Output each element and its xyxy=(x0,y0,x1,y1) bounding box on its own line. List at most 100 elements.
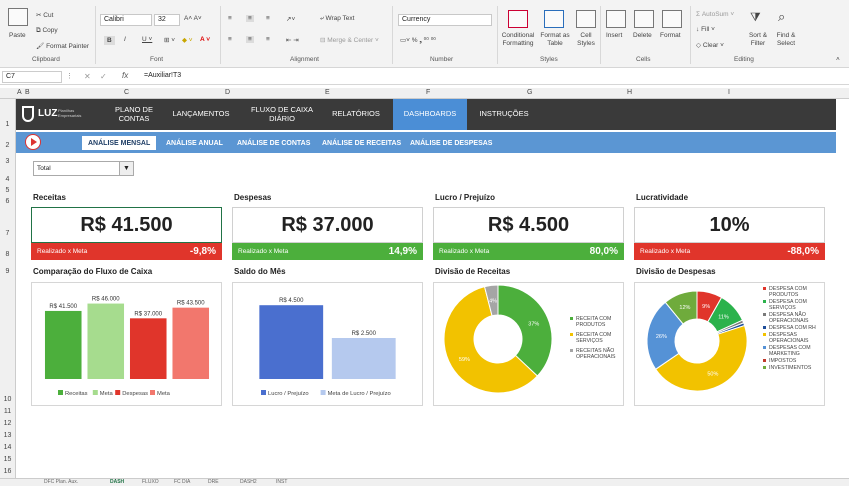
name-box[interactable]: C7 xyxy=(2,71,62,83)
format-as-table-icon[interactable] xyxy=(544,10,564,28)
nav-dashboards[interactable]: DASHBOARDS xyxy=(393,99,467,130)
align-right-icon[interactable]: ≡ xyxy=(266,36,270,43)
wrap-text-button[interactable]: ⤶ Wrap Text xyxy=(320,15,354,23)
tab-analise-mensal[interactable]: ANÁLISE MENSAL xyxy=(82,136,157,150)
merge-center-button[interactable]: ⊟ Merge & Center ˅ xyxy=(320,36,379,44)
tab-analise-de-contas[interactable]: ANÁLISE DE CONTAS xyxy=(231,136,316,150)
collapse-ribbon-icon[interactable]: ˄ xyxy=(836,56,840,63)
nav-lancamentos[interactable]: LANÇAMENTOS xyxy=(166,99,236,130)
nav-relatorios[interactable]: RELATÓRIOS xyxy=(324,99,388,130)
cell-styles-button[interactable]: Cell Styles xyxy=(572,32,600,48)
row-header[interactable]: 12 xyxy=(0,420,15,427)
conditional-formatting-icon[interactable] xyxy=(508,10,528,28)
font-name-select[interactable]: Calibri xyxy=(100,14,152,26)
row-header[interactable]: 11 xyxy=(0,408,15,415)
row-header[interactable]: 14 xyxy=(0,444,15,451)
column-header-a[interactable]: A xyxy=(17,89,22,96)
format-as-table-button[interactable]: Format as Table xyxy=(538,32,572,48)
sheet-tab[interactable]: FC DIA xyxy=(174,479,190,485)
sheet-tab[interactable]: DRE xyxy=(208,479,219,485)
row-header[interactable]: 7 xyxy=(0,230,15,237)
sheet-tab[interactable]: DFC Plan. Aux. xyxy=(44,479,78,485)
format-painter-button[interactable]: 🖌 Format Painter xyxy=(36,42,89,50)
clear-button[interactable]: ◇ Clear ˅ xyxy=(696,41,724,49)
sheet-tab-active[interactable]: DASH xyxy=(110,479,124,485)
delete-button[interactable]: Delete xyxy=(633,32,652,39)
chevron-down-icon[interactable]: ▼ xyxy=(119,162,133,175)
orientation-icon[interactable]: ↗˅ xyxy=(286,15,295,23)
column-header-h[interactable]: H xyxy=(627,89,632,96)
find-select-icon[interactable]: ⌕ xyxy=(778,9,785,25)
font-size-select[interactable]: 32 xyxy=(154,14,180,26)
column-header-c[interactable]: C xyxy=(124,89,129,96)
format-button[interactable]: Format xyxy=(660,32,681,39)
kpi-value-despesas[interactable]: R$ 37.000 xyxy=(232,207,423,243)
chart-panel-saldo[interactable]: R$ 4.500 R$ 2.500 Lucro / Prejuízo Meta de … xyxy=(232,282,423,406)
paste-button[interactable]: Paste xyxy=(9,32,26,39)
row-header[interactable]: 16 xyxy=(0,468,15,475)
fill-button[interactable]: ↓ Fill ˅ xyxy=(696,26,715,33)
insert-button[interactable]: Insert xyxy=(606,32,622,39)
font-size-up-icon[interactable]: A˄ A˅ xyxy=(184,15,202,22)
cell-styles-icon[interactable] xyxy=(576,10,596,28)
nav-fluxo-de-caixa-diario[interactable]: FLUXO DE CAIXA DIÁRIO xyxy=(244,99,320,130)
underline-button[interactable]: U ˅ xyxy=(142,36,152,43)
sort-filter-button[interactable]: Sort & Filter xyxy=(744,32,772,48)
kpi-value-receitas[interactable]: R$ 41.500 xyxy=(31,207,222,243)
font-color-icon[interactable]: A ˅ xyxy=(200,36,210,43)
formula-input[interactable]: =Auxiliar!T3 xyxy=(144,72,181,79)
copy-button[interactable]: ⧉ Copy xyxy=(36,27,58,35)
kpi-value-lucro[interactable]: R$ 4.500 xyxy=(433,207,624,243)
tab-analise-de-despesas[interactable]: ANÁLISE DE DESPESAS xyxy=(404,136,498,150)
enter-icon[interactable]: ✓ xyxy=(100,72,107,81)
chart-panel-despesas[interactable]: 9% 11% 50% 26% 12% DESPESA COM PRODUTOS DESPESA… xyxy=(634,282,825,406)
align-bottom-icon[interactable]: ≡ xyxy=(266,15,270,22)
sheet-tab[interactable]: DASH2 xyxy=(240,479,257,485)
row-header[interactable]: 8 xyxy=(0,251,15,258)
column-header-d[interactable]: D xyxy=(225,89,230,96)
indent-icon[interactable]: ⇤ ⇥ xyxy=(286,36,299,44)
nav-plano-de-contas[interactable]: PLANO DE CONTAS xyxy=(104,99,164,130)
bold-button[interactable]: B xyxy=(104,36,115,45)
cancel-icon[interactable]: ✕ xyxy=(84,72,91,81)
filter-select[interactable]: Total ▼ xyxy=(33,161,134,176)
name-box-dropdown-icon[interactable]: ⋮ xyxy=(66,72,73,80)
align-center-icon[interactable]: ≡ xyxy=(246,36,254,43)
number-format-select[interactable]: Currency xyxy=(398,14,492,26)
sheet-tab[interactable]: INST xyxy=(276,479,287,485)
sort-filter-icon[interactable]: ⧩ xyxy=(750,10,761,25)
row-header[interactable]: 9 xyxy=(0,268,15,275)
row-header[interactable]: 13 xyxy=(0,432,15,439)
row-header[interactable]: 5 xyxy=(0,187,15,194)
italic-button[interactable]: I xyxy=(124,36,126,43)
align-top-icon[interactable]: ≡ xyxy=(228,15,232,22)
delete-icon[interactable] xyxy=(634,10,654,28)
row-header[interactable]: 6 xyxy=(0,198,15,205)
column-header-g[interactable]: G xyxy=(527,89,532,96)
row-header[interactable]: 3 xyxy=(0,158,15,165)
chart-panel-receitas[interactable]: 37% 59% 4% RECEITA COM PRODUTOS RECEITA COM SE… xyxy=(433,282,624,406)
column-header-i[interactable]: I xyxy=(728,89,730,96)
autosum-button[interactable]: Σ AutoSum ˅ xyxy=(696,11,734,18)
fill-color-icon[interactable]: ◆ ˅ xyxy=(182,36,193,44)
kpi-value-lucratividade[interactable]: 10% xyxy=(634,207,825,243)
column-header-b[interactable]: B xyxy=(25,89,30,96)
conditional-formatting-button[interactable]: Conditional Formatting xyxy=(500,32,536,48)
row-header[interactable]: 2 xyxy=(0,142,15,149)
tab-analise-anual[interactable]: ANÁLISE ANUAL xyxy=(160,136,229,150)
cut-button[interactable]: ✂ Cut xyxy=(36,11,53,19)
play-icon[interactable] xyxy=(25,134,41,150)
insert-function-icon[interactable]: fx xyxy=(122,71,128,80)
insert-icon[interactable] xyxy=(606,10,626,28)
format-icon[interactable] xyxy=(662,10,682,28)
accounting-icon[interactable]: ▭˅ % ❟ ⁰⁰ ⁰⁰ xyxy=(400,36,436,45)
row-header[interactable]: 15 xyxy=(0,456,15,463)
nav-instrucoes[interactable]: INSTRUÇÕES xyxy=(471,99,537,130)
paste-icon[interactable] xyxy=(8,8,28,26)
row-header[interactable]: 1 xyxy=(0,121,15,128)
borders-icon[interactable]: ⊞ ˅ xyxy=(164,36,175,44)
column-header-f[interactable]: F xyxy=(426,89,430,96)
row-header[interactable]: 10 xyxy=(0,396,15,403)
tab-analise-de-receitas[interactable]: ANÁLISE DE RECEITAS xyxy=(316,136,407,150)
find-select-button[interactable]: Find & Select xyxy=(772,32,800,48)
